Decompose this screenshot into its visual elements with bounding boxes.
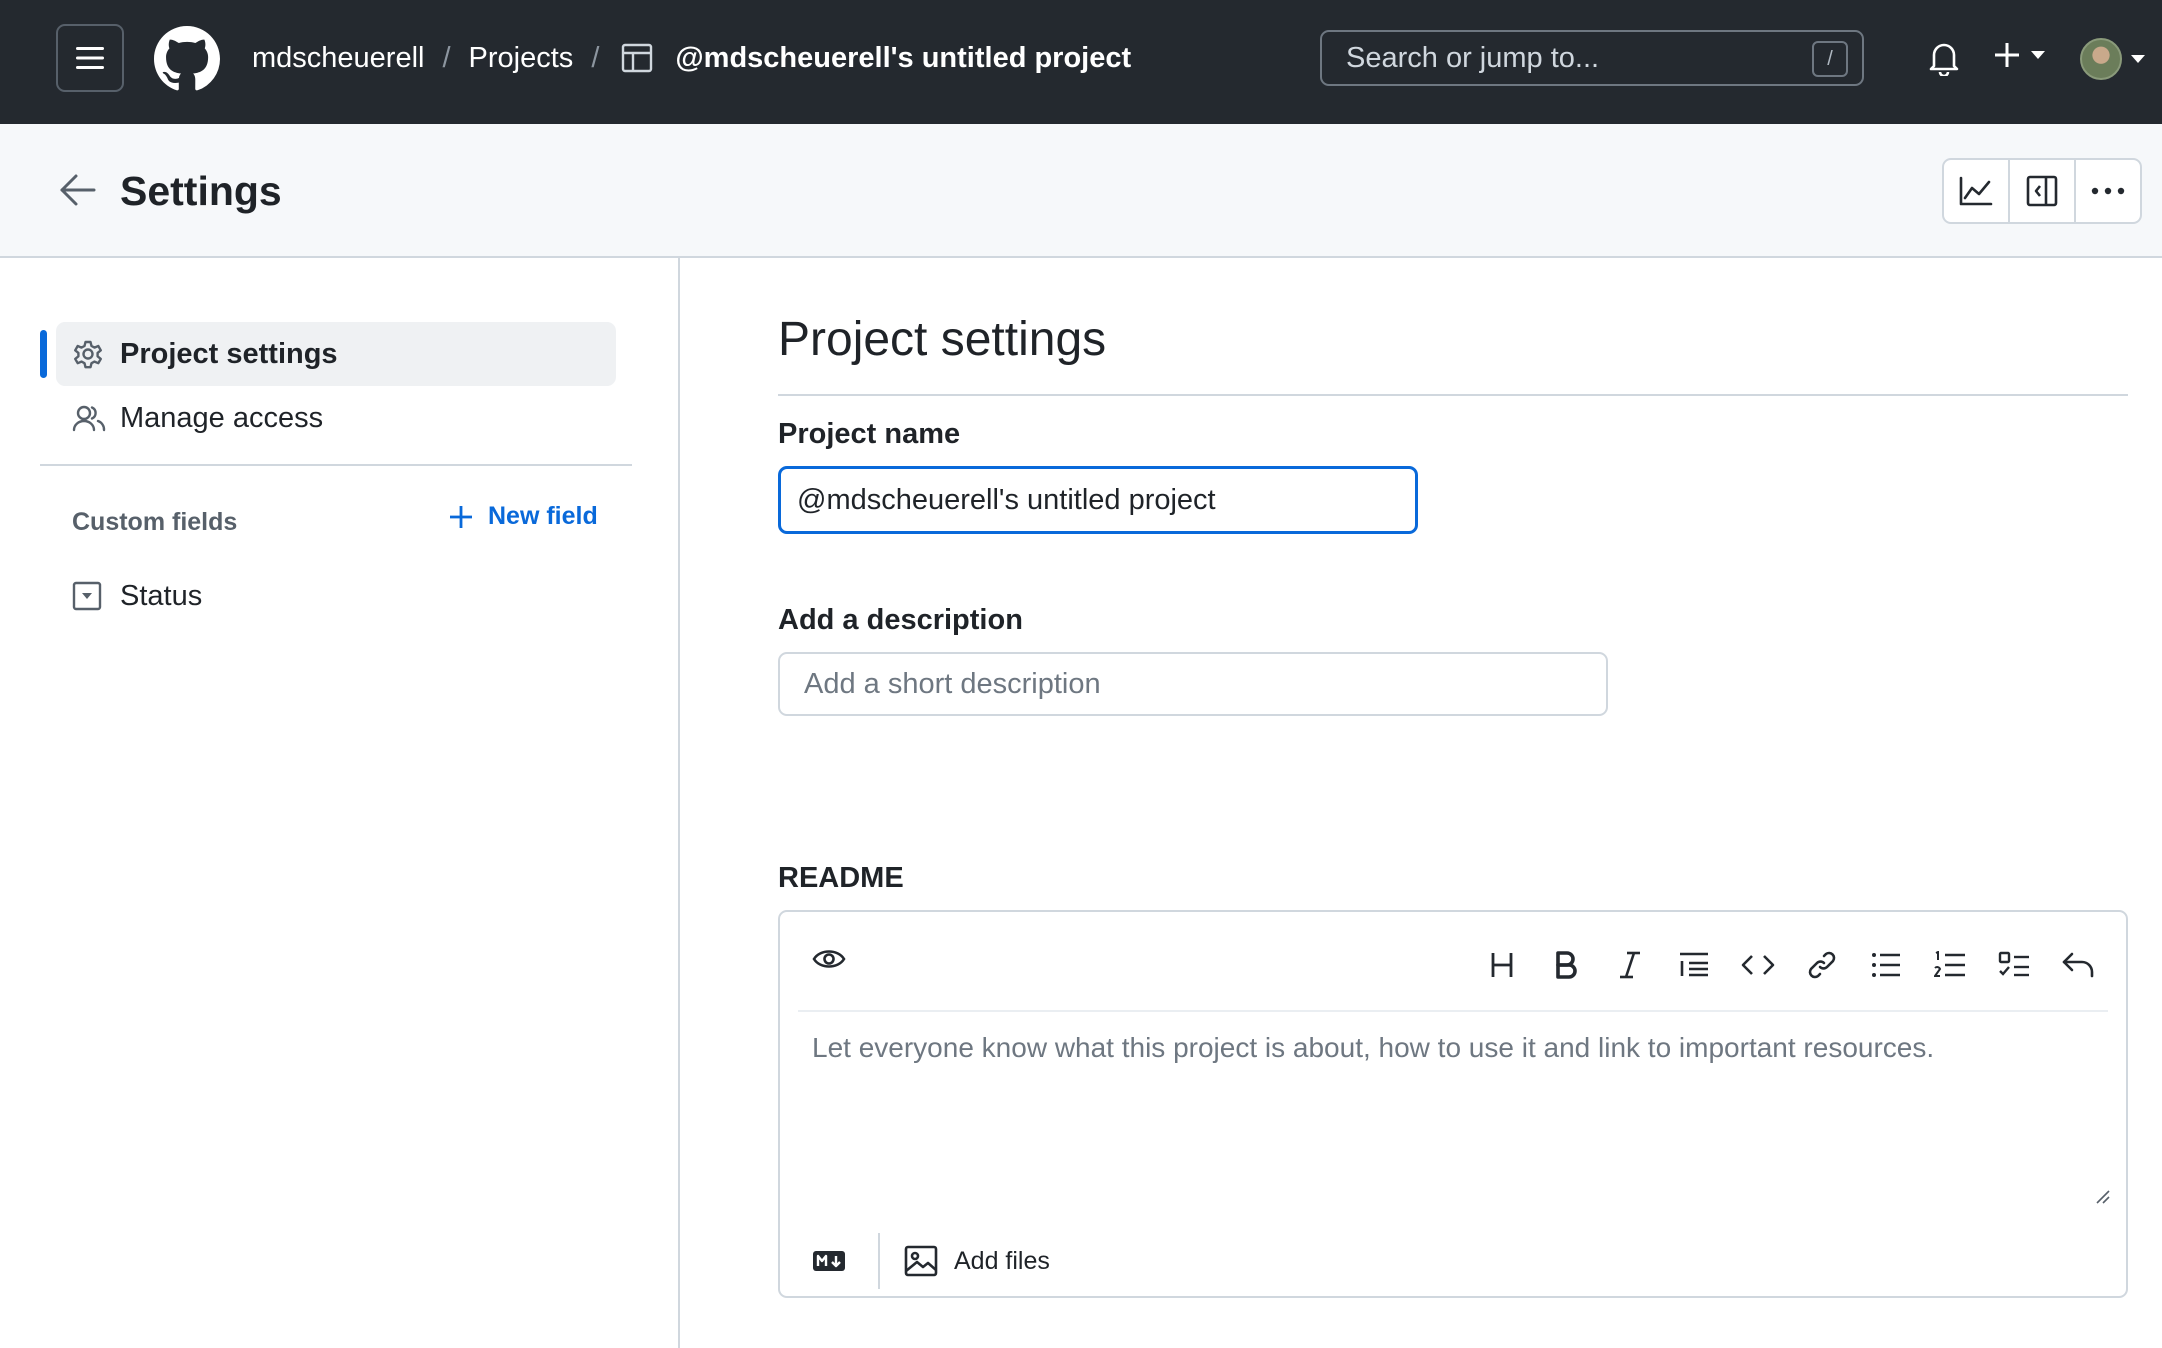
caret-down-icon: [2131, 55, 2145, 63]
readme-label: README: [778, 862, 904, 894]
sidebar-divider: [40, 464, 632, 466]
unordered-list-button[interactable]: [1868, 942, 1904, 988]
notifications-bell-icon[interactable]: [1928, 40, 1960, 76]
add-files-label: Add files: [954, 1246, 1050, 1275]
people-icon: [72, 405, 106, 432]
breadcrumb-project[interactable]: @mdscheuerell's untitled project: [675, 42, 1131, 75]
eye-icon[interactable]: [812, 946, 846, 972]
graph-icon: [1959, 176, 1993, 206]
italic-button[interactable]: [1612, 942, 1648, 988]
editor-divider: [798, 1010, 2108, 1012]
undo-button[interactable]: [2060, 942, 2096, 988]
insights-button[interactable]: [1944, 160, 2010, 222]
code-icon: [1741, 955, 1775, 975]
toggle-side-panel-button[interactable]: [2010, 160, 2076, 222]
menu-button[interactable]: [56, 24, 124, 92]
project-view-toolbar: [1942, 158, 2142, 224]
sidebar-item-label: Status: [120, 579, 203, 612]
hamburger-icon: [76, 47, 104, 69]
breadcrumb-owner[interactable]: mdscheuerell: [252, 42, 424, 75]
sidebar-expand-icon: [2026, 175, 2058, 207]
tasklist-icon: [1998, 951, 2029, 977]
active-indicator: [40, 330, 47, 378]
user-menu[interactable]: [2080, 38, 2146, 80]
custom-fields-heading: Custom fields: [72, 508, 238, 536]
resize-handle-icon[interactable]: [2096, 1190, 2110, 1204]
list-ordered-icon: [1934, 951, 1965, 977]
link-icon: [1808, 951, 1836, 979]
sidebar-item-status-field[interactable]: Status: [56, 564, 616, 628]
quote-icon: [1680, 952, 1708, 977]
ordered-list-button[interactable]: [1932, 942, 1968, 988]
table-icon: [622, 43, 653, 73]
breadcrumb: mdscheuerell / Projects / @mdscheuerell'…: [252, 0, 1131, 116]
sidebar-item-project-settings[interactable]: Project settings: [56, 322, 616, 386]
heading-button[interactable]: [1484, 942, 1520, 988]
new-field-button[interactable]: New field: [448, 502, 598, 531]
image-icon: [904, 1245, 938, 1277]
new-field-label: New field: [488, 502, 598, 530]
plus-icon: [450, 505, 472, 528]
description-input[interactable]: [778, 652, 1608, 716]
global-header: mdscheuerell / Projects / @mdscheuerell'…: [0, 0, 2162, 124]
page-title: Settings: [120, 168, 282, 214]
bold-button[interactable]: [1548, 942, 1584, 988]
markdown-icon: [813, 1251, 845, 1271]
markdown-toolbar: [1484, 942, 2096, 988]
editor-footer: Add files: [780, 1224, 2126, 1298]
gear-icon: [74, 340, 102, 369]
link-button[interactable]: [1804, 942, 1840, 988]
create-new-menu[interactable]: [1992, 40, 2046, 70]
search-placeholder: Search or jump to...: [1346, 41, 1600, 74]
readme-editor: Add files: [778, 910, 2128, 1298]
caret-down-icon: [2031, 51, 2045, 59]
project-name-input[interactable]: [778, 466, 1418, 534]
section-title: Project settings: [778, 313, 1107, 366]
italic-icon: [1620, 951, 1640, 979]
task-list-button[interactable]: [1996, 942, 2032, 988]
single-select-icon: [72, 581, 102, 611]
github-logo-icon[interactable]: [154, 26, 220, 92]
search-shortcut-key: /: [1812, 41, 1848, 77]
add-files-button[interactable]: Add files: [904, 1245, 1050, 1277]
more-options-button[interactable]: [2076, 160, 2140, 222]
code-button[interactable]: [1740, 942, 1776, 988]
breadcrumb-separator: /: [591, 41, 600, 74]
reply-icon: [2062, 952, 2094, 978]
quote-button[interactable]: [1676, 942, 1712, 988]
avatar: [2080, 38, 2122, 80]
footer-divider: [878, 1233, 880, 1289]
breadcrumb-separator: /: [442, 41, 451, 74]
search-input[interactable]: Search or jump to... /: [1320, 30, 1864, 86]
plus-icon: [1995, 43, 2019, 67]
project-name-label: Project name: [778, 418, 961, 450]
section-divider: [778, 394, 2128, 396]
list-unordered-icon: [1872, 953, 1900, 977]
kebab-horizontal-icon: [2091, 187, 2125, 195]
sidebar-item-manage-access[interactable]: Manage access: [56, 386, 616, 450]
bold-icon: [1556, 951, 1577, 979]
description-label: Add a description: [778, 604, 1023, 636]
readme-textarea[interactable]: [798, 1020, 2108, 1124]
heading-icon: [1491, 953, 1513, 977]
sidebar-item-label: Manage access: [120, 401, 324, 434]
arrow-left-icon[interactable]: [58, 172, 98, 208]
settings-header: Settings: [0, 124, 2162, 258]
sidebar-item-label: Project settings: [120, 337, 338, 370]
breadcrumb-projects[interactable]: Projects: [469, 42, 574, 75]
settings-sidebar: Project settings Manage access Custom fi…: [0, 258, 680, 1348]
